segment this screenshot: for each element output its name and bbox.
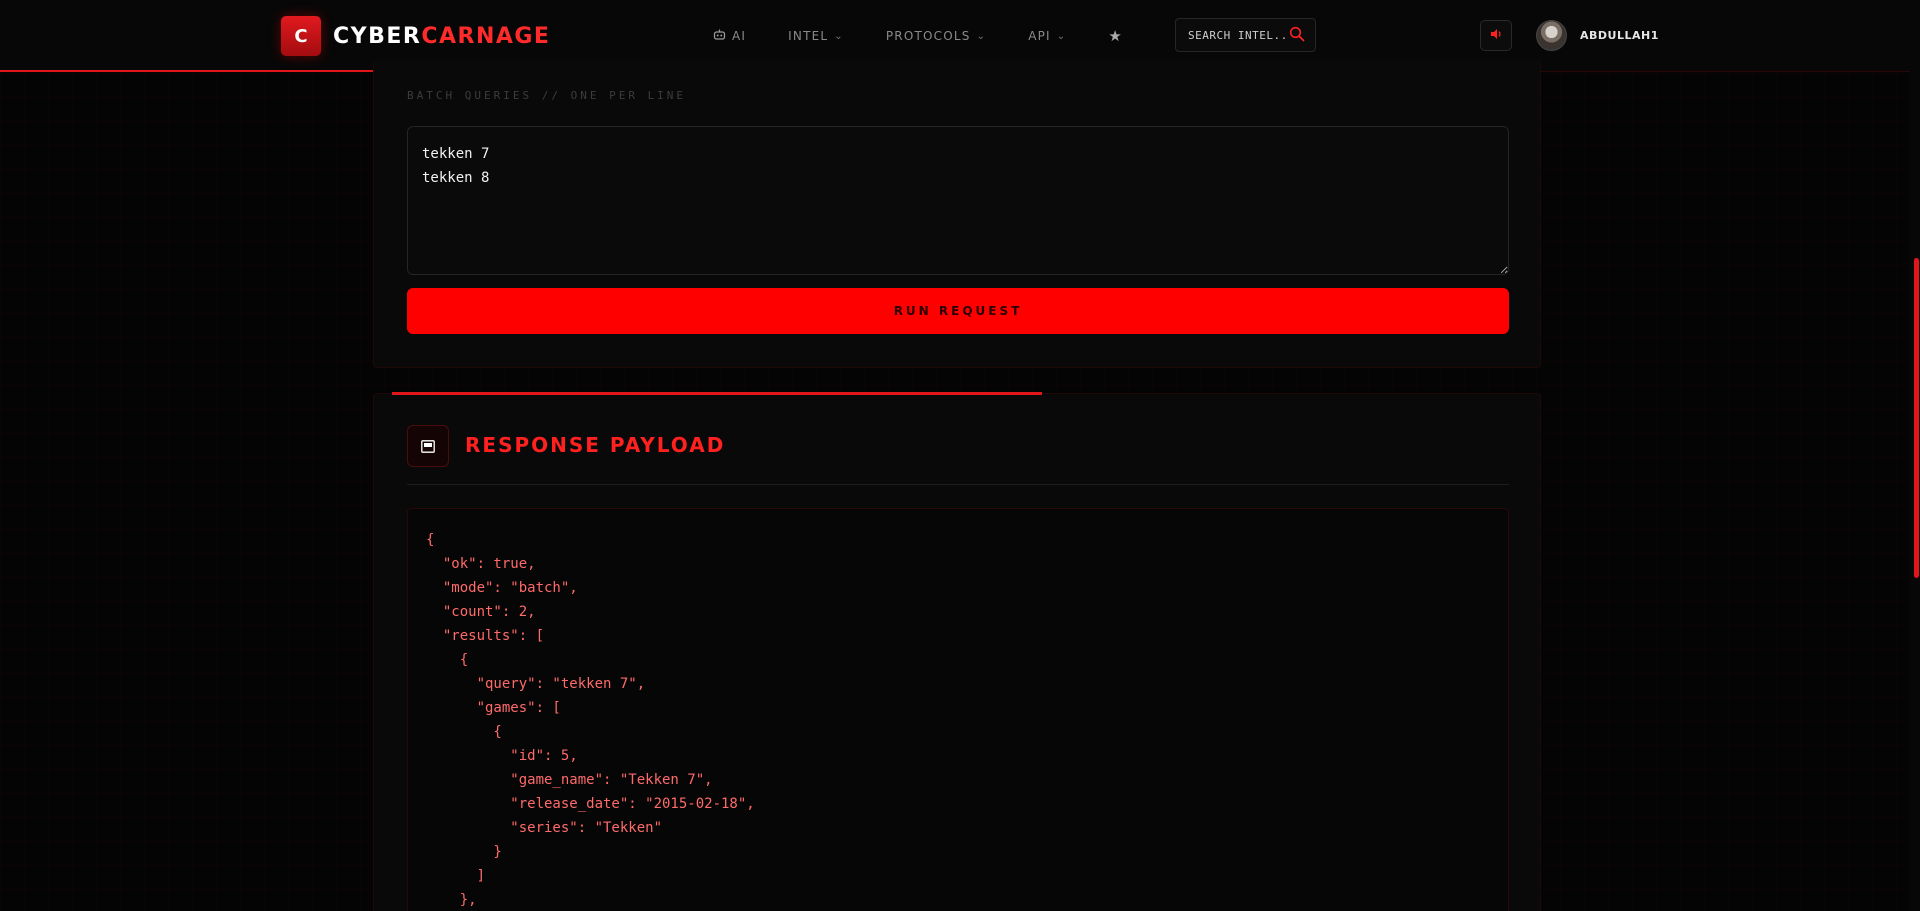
nav-item-label: API (1028, 29, 1051, 43)
nav-item-label: INTEL (788, 29, 829, 43)
nav-item-intel[interactable]: INTEL ⌄ (788, 26, 844, 46)
search-input[interactable] (1188, 28, 1288, 42)
speaker-icon (1490, 27, 1502, 45)
nav-item-label: PROTOCOLS (885, 29, 971, 43)
response-code-block[interactable]: { "ok": true, "mode": "batch", "count": … (407, 508, 1509, 911)
robot-icon (713, 29, 726, 44)
chevron-down-icon: ⌄ (834, 30, 844, 42)
brand-name-part2: CARNAGE (421, 23, 551, 49)
brand-mark-icon: C (281, 16, 321, 56)
nav-item-ai[interactable]: AI (713, 26, 746, 46)
username[interactable]: ABDULLAH1 (1580, 29, 1659, 42)
brand-name: CYBERCARNAGE (333, 24, 550, 49)
terminal-icon (407, 425, 449, 467)
batch-queries-textarea[interactable]: tekken 7 tekken 8 (407, 126, 1509, 275)
search-icon[interactable] (1289, 26, 1305, 42)
page-scrollbar-thumb[interactable] (1914, 258, 1919, 578)
star-icon[interactable]: ★ (1108, 26, 1123, 46)
audio-toggle-button[interactable] (1480, 20, 1512, 51)
brand-logo[interactable]: C CYBERCARNAGE (281, 16, 550, 56)
main-nav: AI INTEL ⌄ PROTOCOLS ⌄ API ⌄ ★ (713, 26, 1123, 46)
response-progress-bar (392, 392, 1042, 395)
avatar[interactable] (1536, 20, 1567, 51)
search-box (1175, 18, 1316, 52)
nav-item-label: AI (732, 29, 747, 43)
chevron-down-icon: ⌄ (976, 30, 987, 42)
response-json: { "ok": true, "mode": "batch", "count": … (426, 532, 755, 908)
batch-queries-label: BATCH QUERIES // ONE PER LINE (407, 89, 687, 102)
brand-name-part1: CYBER (333, 23, 422, 49)
nav-item-api[interactable]: API ⌄ (1028, 26, 1066, 46)
response-payload-title: RESPONSE PAYLOAD (465, 433, 726, 457)
nav-item-protocols[interactable]: PROTOCOLS ⌄ (886, 26, 986, 46)
chevron-down-icon: ⌄ (1056, 30, 1067, 42)
divider (407, 484, 1509, 485)
run-request-button[interactable]: RUN REQUEST (407, 288, 1509, 334)
